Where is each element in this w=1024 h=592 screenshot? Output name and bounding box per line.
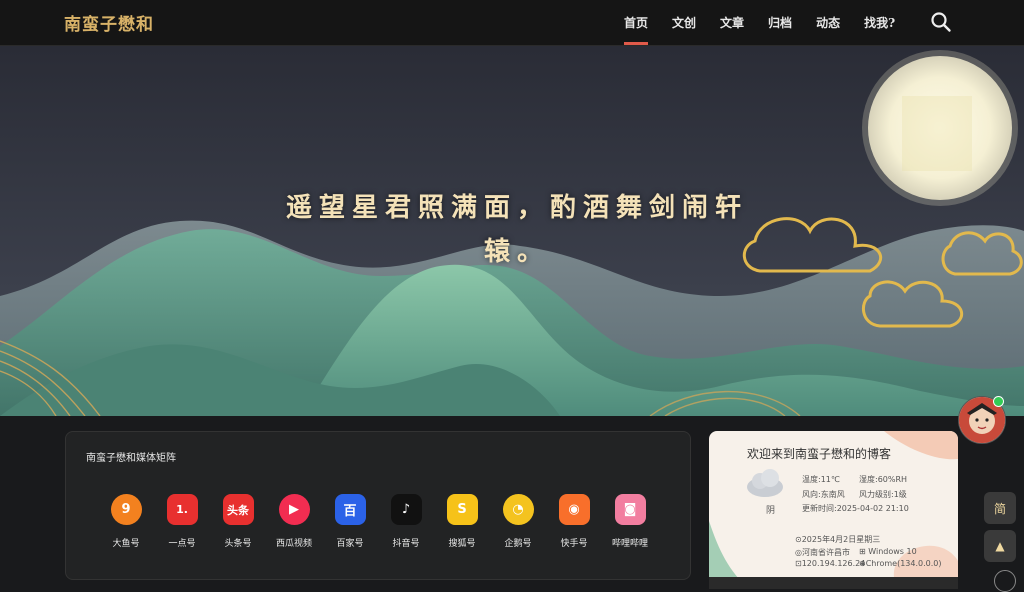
media-app-item[interactable]: ♪ 抖音号	[378, 494, 434, 549]
douyin-icon: ♪	[390, 494, 422, 525]
top-header: 南蛮子懋和 首页 文创 文章 归档 动态 找我?	[0, 0, 1024, 46]
nav-articles[interactable]: 文章	[708, 0, 756, 45]
visitor-location: ◎河南省许昌市	[795, 548, 850, 557]
media-app-label: 快手号	[560, 539, 588, 549]
xigua-icon: ▶	[278, 494, 310, 525]
media-app-label: 一点号	[168, 539, 196, 549]
visitor-browser-label: Chrome(134.0.0.0)	[865, 559, 942, 568]
nav-moments[interactable]: 动态	[804, 0, 852, 45]
weather-updated: 更新时间:2025-04-02 21:10	[802, 504, 909, 513]
weather-wind-level: 风力级别:1级	[859, 490, 907, 499]
cloud-icon	[745, 465, 785, 505]
ip-icon: ⊡	[795, 559, 802, 568]
visitor-os: ⊞ Windows 10	[859, 547, 917, 556]
media-app-label: 西瓜视频	[275, 539, 312, 549]
baijia-icon: 百	[334, 494, 366, 525]
media-app-label: 企鹅号	[504, 539, 532, 549]
nav-home[interactable]: 首页	[612, 0, 660, 45]
nav-contact[interactable]: 找我?	[852, 0, 907, 45]
weather-temp: 温度:11℃	[802, 475, 840, 484]
search-icon[interactable]	[930, 11, 952, 33]
visitor-browser: ⊕Chrome(134.0.0.0)	[859, 559, 942, 568]
visitor-ip: ⊡120.194.126.24	[795, 559, 865, 568]
media-matrix-title: 南蛮子懋和媒体矩阵	[86, 453, 176, 464]
sohu-icon: S	[446, 494, 478, 525]
hero-banner: 遥望星君照满面，酌酒舞剑闹轩 辕。	[0, 46, 1024, 416]
dayu-icon: 9	[110, 494, 142, 525]
visitor-ip-label: 120.194.126.24	[801, 559, 866, 568]
online-status-dot	[993, 396, 1004, 407]
windows-icon: ⊞	[859, 547, 866, 556]
kuaishou-icon: ◉	[558, 494, 590, 525]
media-app-item[interactable]: 9 大鱼号	[98, 494, 154, 549]
media-app-item[interactable]: ▶ 西瓜视频	[266, 494, 322, 549]
site-logo[interactable]: 南蛮子懋和	[64, 10, 154, 35]
nav-wenchuang[interactable]: 文创	[660, 0, 708, 45]
media-app-label: 哔哩哔哩	[611, 539, 648, 549]
visitor-date: ⊙2025年4月2日星期三	[795, 535, 881, 544]
media-app-item[interactable]: 1. 一点号	[154, 494, 210, 549]
qie-icon: ◔	[502, 494, 534, 525]
back-to-top-button[interactable]: ▲	[984, 530, 1016, 562]
welcome-title: 欢迎来到南蛮子懋和的博客	[747, 447, 892, 461]
media-app-label: 大鱼号	[112, 539, 140, 549]
media-app-label: 百家号	[336, 539, 364, 549]
welcome-card: 欢迎来到南蛮子懋和的博客 阴 温度:11℃ 湿度:60%RH 风向:东南风 风力…	[709, 431, 958, 589]
main-nav: 首页 文创 文章 归档 动态 找我?	[612, 0, 907, 45]
hero-poem: 遥望星君照满面，酌酒舞剑闹轩 辕。	[262, 186, 772, 274]
media-app-list: 9 大鱼号 1. 一点号 头条 头条号 ▶ 西瓜视频百百家号 ♪ 抖音号 S 搜狐号 ◔ 企鹅号 ◉ 快手号 ◙…	[98, 494, 658, 549]
weather-wind-dir: 风向:东南风	[802, 490, 845, 499]
toutiao-icon: 头条	[222, 494, 254, 525]
welcome-card-footer-bar	[709, 577, 958, 589]
simplified-traditional-label: 简	[993, 501, 1006, 516]
media-app-label: 头条号	[224, 539, 252, 549]
media-app-label: 抖音号	[392, 539, 420, 549]
visitor-os-label: Windows 10	[868, 547, 917, 556]
browser-icon: ⊕	[859, 559, 866, 568]
nav-archive[interactable]: 归档	[756, 0, 804, 45]
hero-poem-line2: 辕。	[483, 237, 550, 267]
media-app-item[interactable]: 头条 头条号	[210, 494, 266, 549]
weather-state: 阴	[766, 506, 776, 516]
bilibili-icon: ◙	[614, 494, 646, 525]
media-app-item[interactable]: ◔ 企鹅号	[490, 494, 546, 549]
media-app-item[interactable]: ◙ 哔哩哔哩	[602, 494, 658, 549]
media-app-item[interactable]: ◉ 快手号	[546, 494, 602, 549]
weather-humidity: 湿度:60%RH	[859, 475, 908, 484]
yidian-icon: 1.	[166, 494, 198, 525]
media-app-item[interactable]: 百百家号	[322, 494, 378, 549]
media-app-item[interactable]: S 搜狐号	[434, 494, 490, 549]
simplified-traditional-toggle[interactable]: 简	[984, 492, 1016, 524]
hero-poem-line1: 遥望星君照满面，酌酒舞剑闹轩	[285, 193, 748, 223]
rocket-icon: ▲	[995, 539, 1005, 553]
media-matrix-card: 南蛮子懋和媒体矩阵 9 大鱼号 1. 一点号 头条 头条号 ▶ 西瓜视频百百家号 ♪ 抖音号 S 搜狐…	[65, 431, 691, 580]
media-app-label: 搜狐号	[448, 539, 476, 549]
